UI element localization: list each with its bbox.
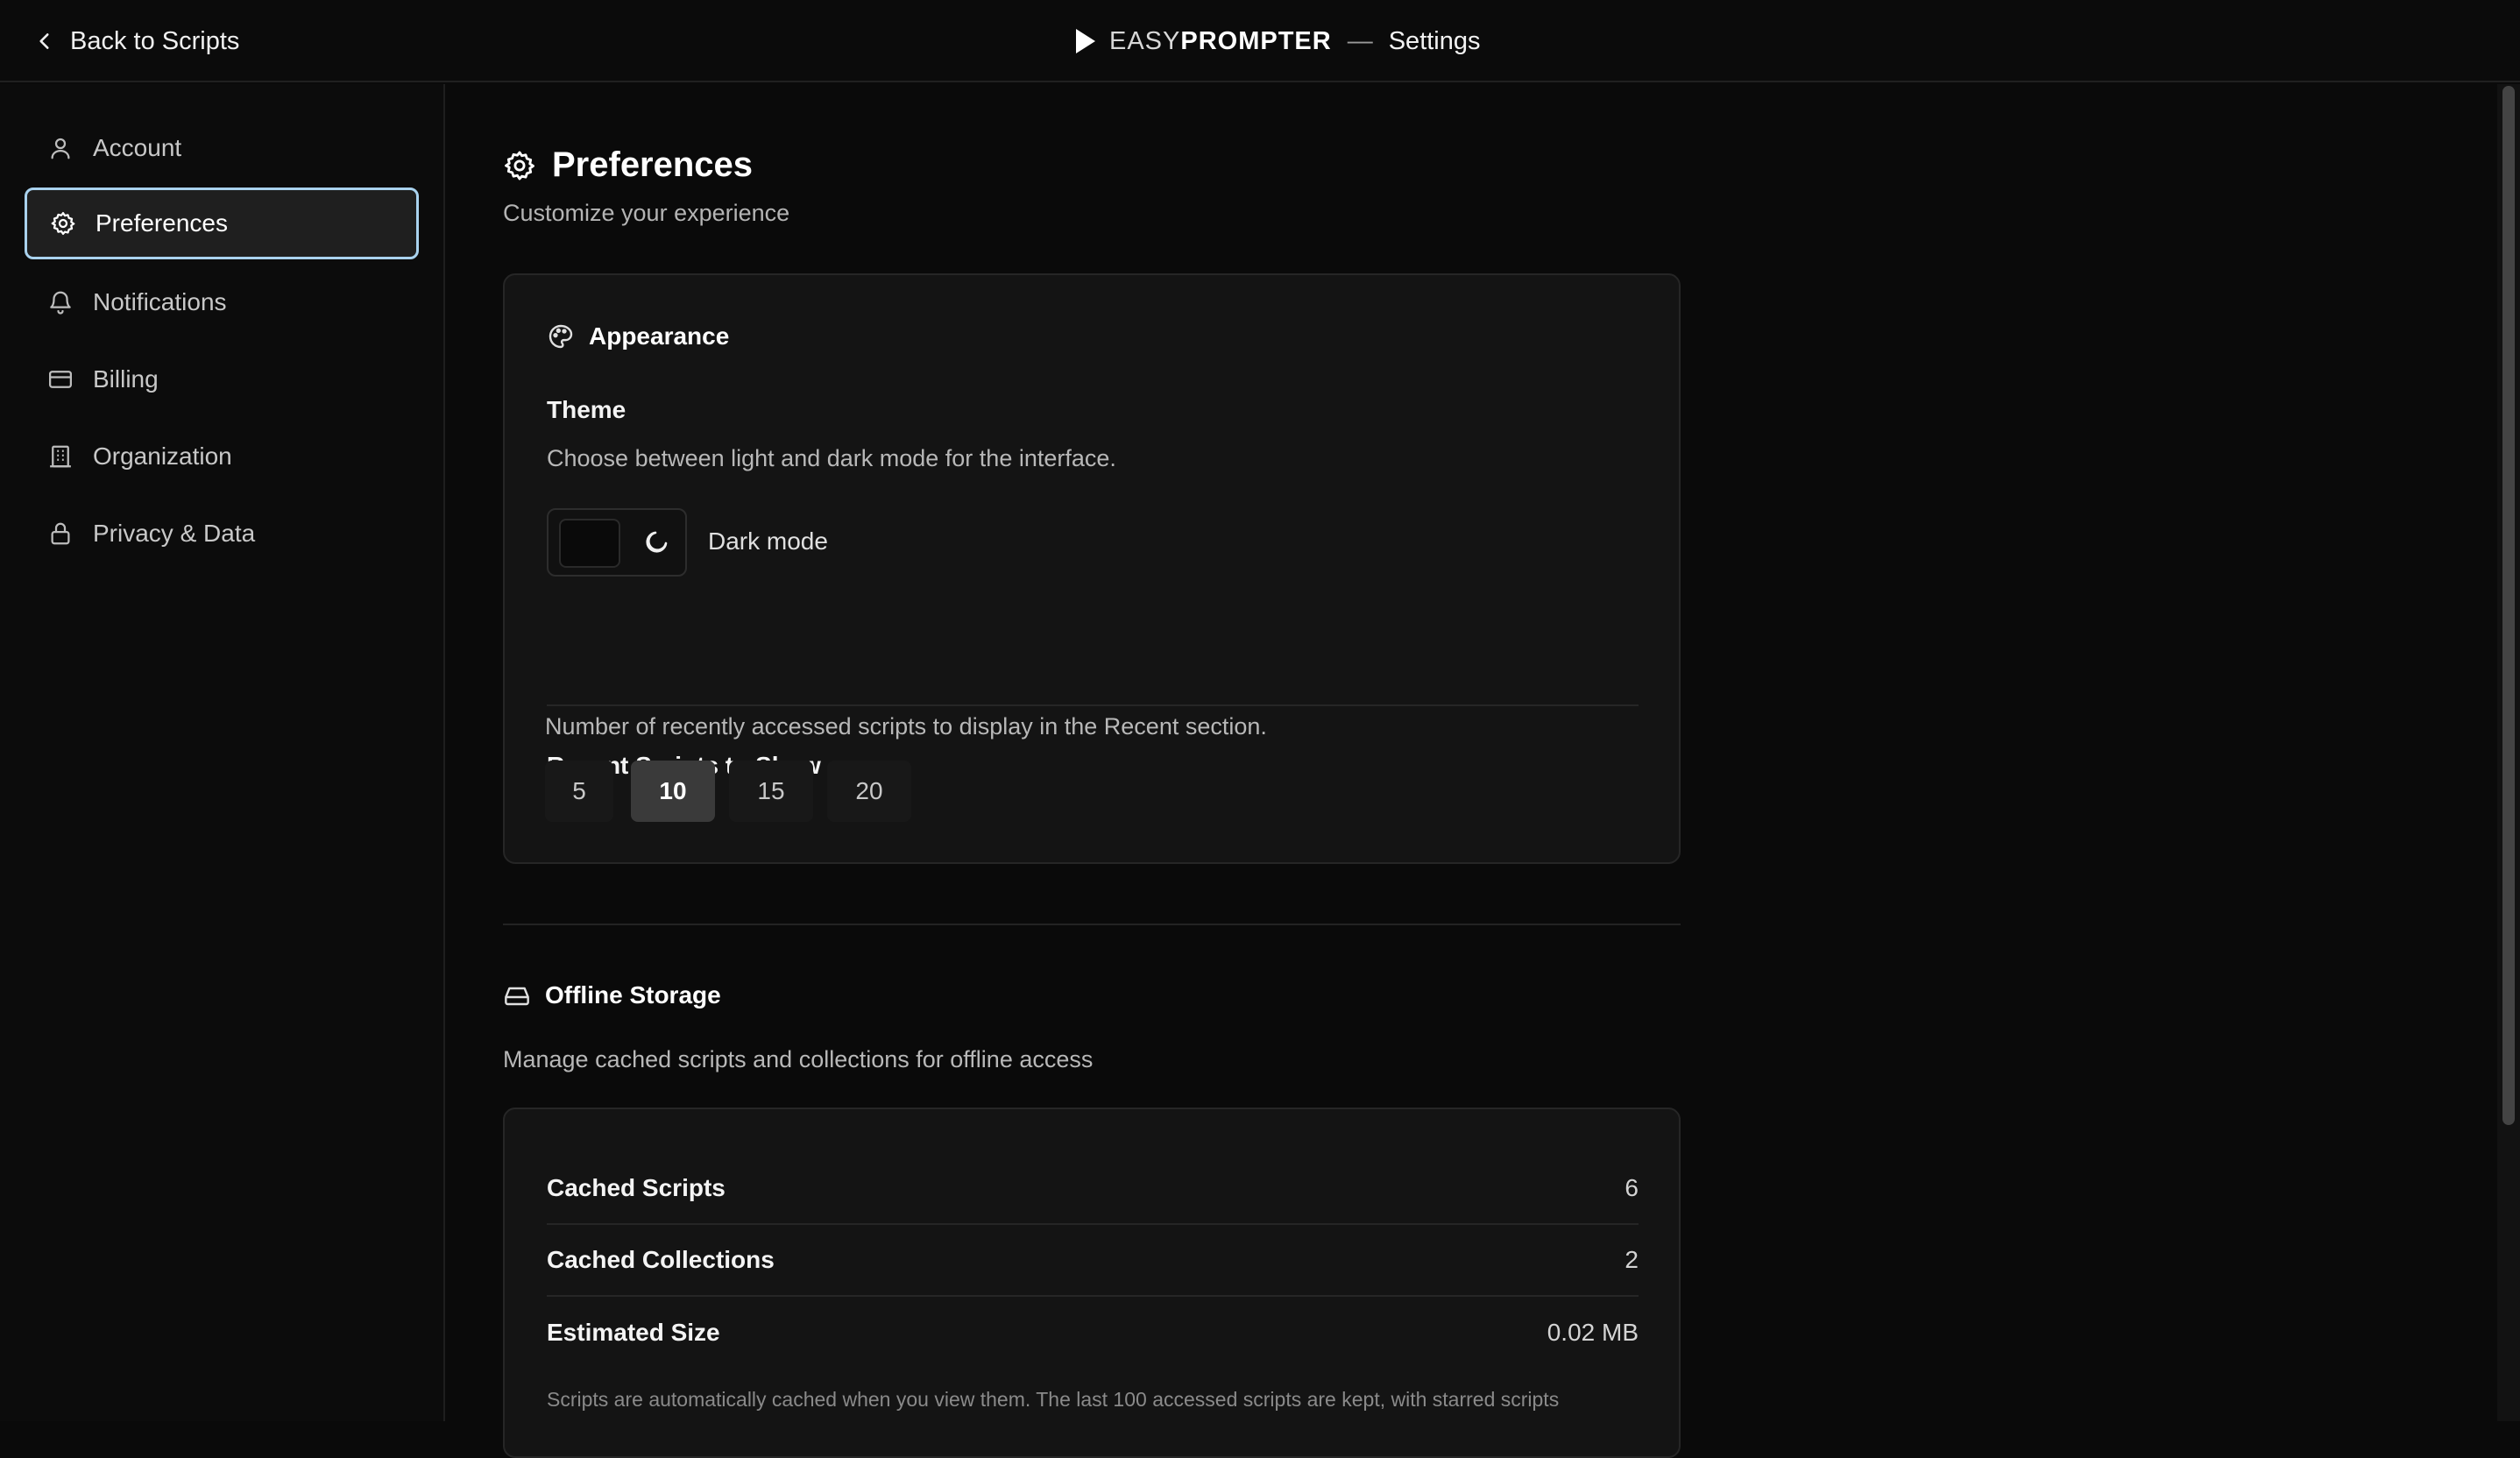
sidebar-item-preferences[interactable]: Preferences	[25, 188, 419, 259]
sidebar-item-organization[interactable]: Organization	[25, 421, 419, 492]
gear-icon	[51, 212, 75, 235]
back-to-scripts-link[interactable]: Back to Scripts	[33, 0, 239, 82]
sidebar-item-privacy[interactable]: Privacy & Data	[25, 498, 419, 570]
sidebar-item-label: Notifications	[93, 288, 227, 315]
sidebar-item-label: Organization	[93, 442, 232, 470]
brand: EASY PROMPTER — Settings	[1074, 0, 1481, 82]
offline-storage-heading: Offline Storage	[503, 981, 721, 1009]
stat-value: 6	[1625, 1174, 1639, 1201]
chevron-left-icon	[39, 33, 49, 49]
top-bar: Back to Scripts EASY PROMPTER — Settings	[0, 0, 2520, 82]
lock-icon	[51, 522, 70, 545]
stat-label: Estimated Size	[547, 1319, 720, 1346]
stat-row-cached-scripts: Cached Scripts 6	[547, 1153, 1639, 1225]
stat-row-estimated-size: Estimated Size 0.02 MB	[547, 1297, 1639, 1369]
user-icon	[51, 138, 70, 159]
stat-row-cached-collections: Cached Collections 2	[547, 1225, 1639, 1297]
stat-value: 2	[1625, 1246, 1639, 1273]
hard-drive-icon	[505, 987, 529, 1006]
sidebar-item-label: Account	[93, 134, 182, 161]
section-title: Settings	[1388, 26, 1481, 55]
brand-separator: —	[1347, 26, 1373, 55]
offline-storage-section: Offline Storage Manage cached scripts an…	[447, 84, 1709, 1458]
sidebar-item-account[interactable]: Account	[25, 112, 419, 184]
sidebar-item-label: Privacy & Data	[93, 520, 256, 547]
section-divider	[503, 924, 1681, 925]
sidebar-item-label: Billing	[93, 365, 159, 393]
stat-label: Cached Collections	[547, 1246, 775, 1273]
play-logo-icon	[1076, 29, 1095, 53]
stat-label: Cached Scripts	[547, 1174, 726, 1201]
stat-value: 0.02 MB	[1547, 1319, 1639, 1346]
offline-storage-heading-text: Offline Storage	[545, 981, 721, 1009]
sidebar-item-billing[interactable]: Billing	[25, 343, 419, 415]
offline-storage-description: Manage cached scripts and collections fo…	[503, 1046, 1094, 1072]
credit-card-icon	[49, 371, 72, 388]
brand-prompter: PROMPTER	[1180, 26, 1332, 55]
sidebar-item-label: Preferences	[96, 209, 228, 237]
cache-note: Scripts are automatically cached when yo…	[547, 1388, 1560, 1411]
bell-icon	[50, 291, 71, 315]
sidebar-item-notifications[interactable]: Notifications	[25, 266, 419, 338]
back-label: Back to Scripts	[70, 26, 240, 55]
sidebar: Account Preferences Notifications Billin…	[0, 84, 445, 1421]
scrollbar-thumb[interactable]	[2502, 86, 2515, 1125]
building-icon	[50, 445, 71, 468]
brand-easy: EASY	[1109, 26, 1181, 55]
offline-stats-card: Cached Scripts 6 Cached Collections 2 Es…	[503, 1108, 1681, 1458]
